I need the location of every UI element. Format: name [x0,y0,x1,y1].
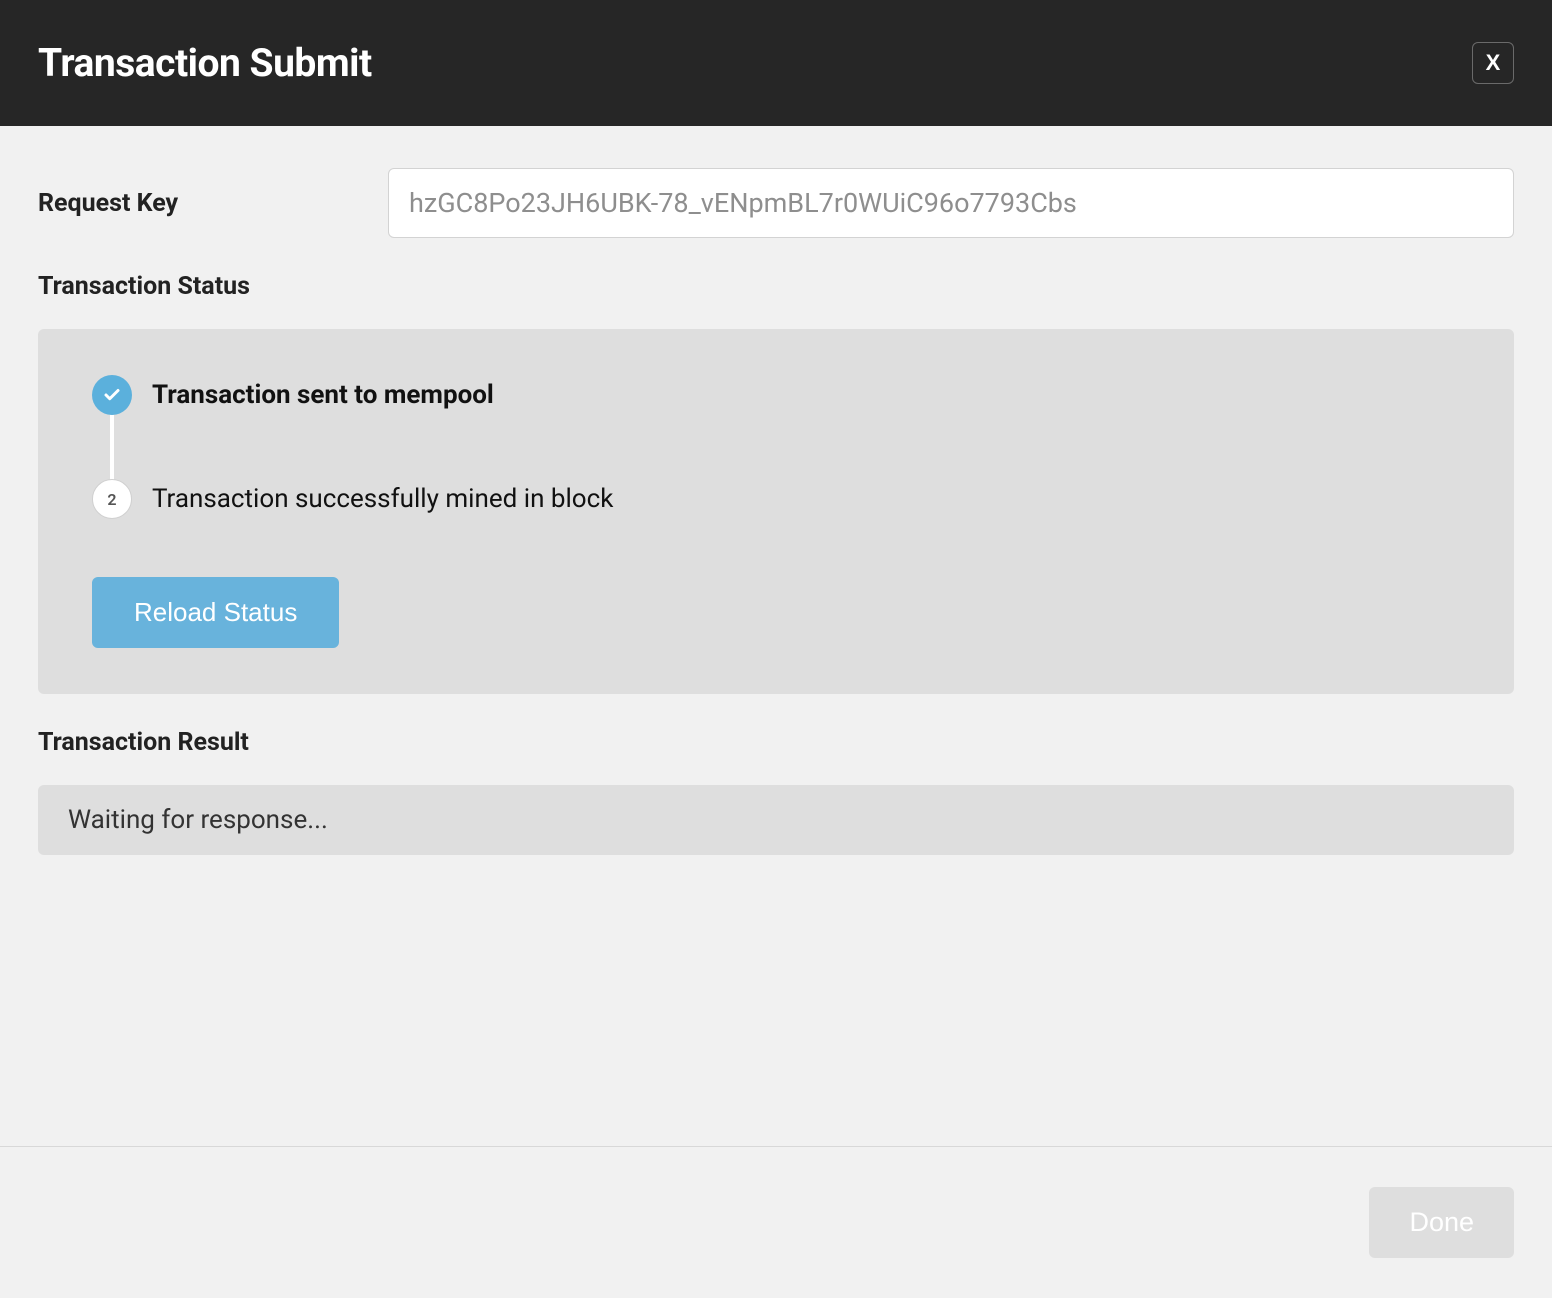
step-number-icon: 2 [92,479,132,519]
transaction-status-label: Transaction Status [38,272,1514,301]
modal-title: Transaction Submit [38,40,372,86]
request-key-row: Request Key [38,168,1514,238]
modal-footer: Done [0,1146,1552,1298]
status-card: Transaction sent to mempool 2 Transactio… [38,329,1514,694]
status-step-1-label: Transaction sent to mempool [152,380,494,410]
status-step-2-label: Transaction successfully mined in block [152,484,613,514]
request-key-input[interactable] [388,168,1514,238]
close-button[interactable]: X [1472,42,1514,84]
transaction-result-label: Transaction Result [38,728,1514,757]
status-step-1: Transaction sent to mempool [92,375,1460,415]
reload-status-button[interactable]: Reload Status [92,577,339,648]
result-message: Waiting for response... [38,785,1514,855]
modal-body: Request Key Transaction Status Transacti… [0,126,1552,875]
done-button[interactable]: Done [1369,1187,1514,1258]
check-circle-icon [92,375,132,415]
status-step-2: 2 Transaction successfully mined in bloc… [92,479,1460,519]
modal-header: Transaction Submit X [0,0,1552,126]
request-key-label: Request Key [38,189,388,218]
step-connector [110,415,114,483]
